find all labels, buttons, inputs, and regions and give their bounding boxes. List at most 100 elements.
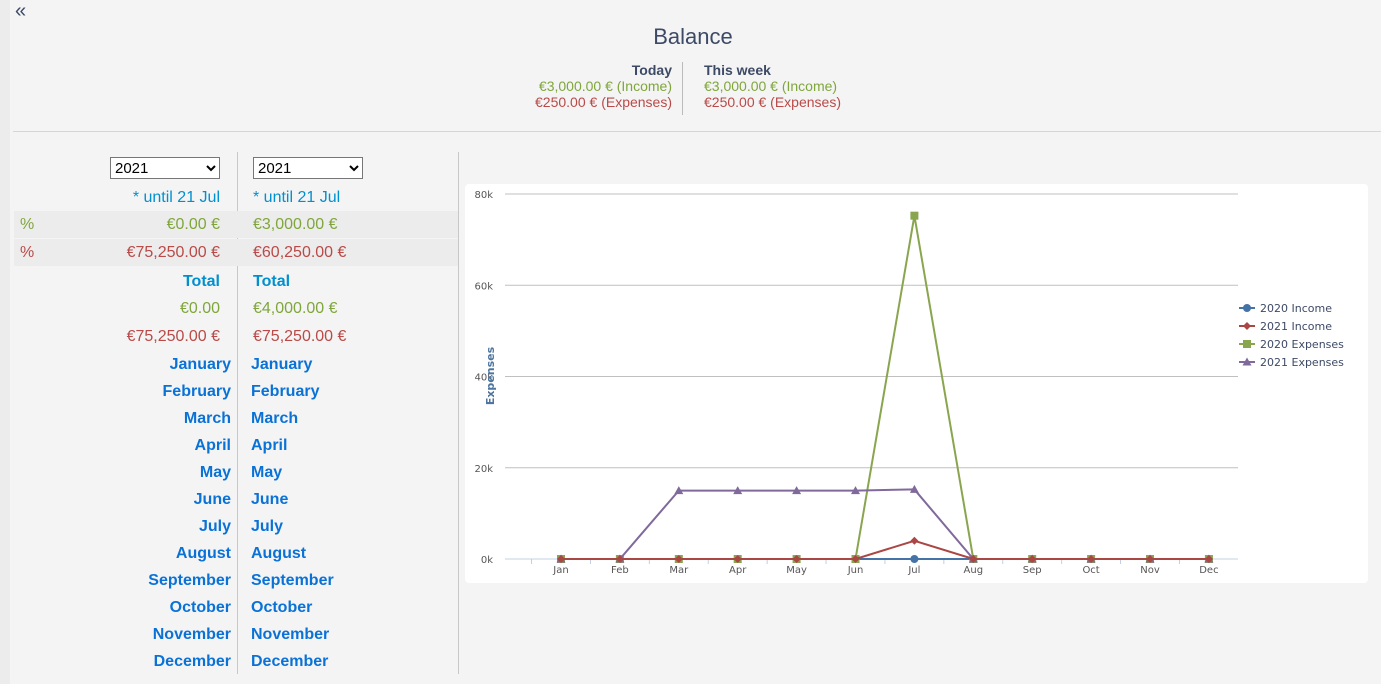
month-row: March March (14, 405, 458, 432)
expenses-row: % €75,250.00 € €60,250.00 € (14, 239, 458, 266)
month-row: April April (14, 432, 458, 459)
page-title: Balance (653, 24, 733, 49)
today-expenses: €250.00 € (Expenses) (535, 94, 672, 110)
month-row: December December (14, 648, 458, 675)
x-tick-label: Jan (552, 565, 568, 576)
month-row: August August (14, 540, 458, 567)
month-link-2[interactable]: April (251, 432, 287, 459)
legend-item: 2020 Expenses (1260, 338, 1344, 351)
divider (13, 131, 1381, 132)
month-link-2[interactable]: March (251, 405, 298, 432)
month-link-1[interactable]: January (170, 351, 231, 378)
month-row: February February (14, 378, 458, 405)
total-income-row: €0.00 €4,000.00 € (14, 295, 458, 322)
month-row: May May (14, 459, 458, 486)
expenses-pct: % (20, 244, 35, 261)
month-row: June June (14, 486, 458, 513)
month-link-1[interactable]: July (199, 513, 231, 540)
month-link-1[interactable]: November (153, 621, 231, 648)
month-row: July July (14, 513, 458, 540)
x-tick-label: May (786, 565, 807, 576)
series-line (561, 539, 1209, 560)
month-link-2[interactable]: August (251, 540, 306, 567)
expenses-1: €75,250.00 € (126, 244, 220, 261)
legend-marker (1243, 340, 1251, 348)
income-row: % €0.00 € €3,000.00 € (14, 211, 458, 238)
legend-marker (1243, 322, 1251, 330)
month-link-2[interactable]: July (251, 513, 283, 540)
month-link-2[interactable]: May (251, 459, 282, 486)
page-edge (0, 0, 10, 684)
series-line (561, 215, 1209, 560)
x-tick-label: Mar (669, 565, 689, 576)
panel-divider (458, 152, 459, 674)
x-tick-label: Dec (1199, 565, 1218, 576)
month-row: September September (14, 567, 458, 594)
x-tick-label: Jun (847, 565, 864, 576)
chart-card: 0k 20k 40k 60k 80k Expenses Jan Feb Mar Apr May Jun… (465, 184, 1368, 583)
data-point (910, 555, 919, 563)
today-label: Today (631, 62, 672, 78)
legend-item: 2021 Income (1260, 320, 1332, 333)
x-tick-label: Oct (1082, 565, 1099, 576)
month-link-2[interactable]: December (251, 648, 328, 675)
month-row: October October (14, 594, 458, 621)
x-tick-label: Jul (907, 565, 920, 576)
year-select-1[interactable]: 2021 (110, 157, 220, 179)
income-pct: % (20, 216, 35, 233)
until-row: * until 21 Jul * until 21 Jul (14, 184, 458, 211)
month-link-2[interactable]: September (251, 567, 334, 594)
total-1: Total (182, 273, 220, 290)
y-tick-label: 60k (474, 281, 493, 292)
double-chevron-left-icon[interactable]: « (15, 0, 26, 23)
x-tick-label: Feb (611, 565, 629, 576)
month-row: November November (14, 621, 458, 648)
income-2: €3,000.00 € (253, 216, 338, 233)
month-link-1[interactable]: August (176, 540, 231, 567)
x-tick-label: Nov (1140, 565, 1160, 576)
legend-item: 2021 Expenses (1260, 356, 1344, 369)
legend-marker (1243, 304, 1251, 312)
until-1: * until 21 Jul (132, 189, 220, 206)
x-tick-label: Sep (1023, 565, 1042, 576)
today-income: €3,000.00 € (Income) (538, 78, 672, 94)
month-row: January January (14, 351, 458, 378)
data-point (910, 536, 919, 545)
month-link-1[interactable]: March (184, 405, 231, 432)
total-expenses-1: €75,250.00 € (126, 328, 220, 345)
series-line (561, 488, 1209, 560)
month-link-1[interactable]: June (194, 486, 231, 513)
month-link-2[interactable]: October (251, 594, 312, 621)
month-link-1[interactable]: October (170, 594, 231, 621)
y-axis-label: Expenses (484, 346, 497, 405)
month-link-2[interactable]: November (251, 621, 329, 648)
data-point (910, 211, 919, 220)
y-tick-label: 20k (474, 464, 493, 475)
total-2: Total (253, 273, 291, 290)
y-tick-label: 0k (481, 555, 493, 566)
x-tick-label: Apr (729, 565, 747, 576)
y-tick-label: 80k (474, 190, 493, 201)
summary-today: Today €3,000.00 € (Income) €250.00 € (Ex… (535, 62, 683, 115)
legend-item: 2020 Income (1260, 302, 1332, 315)
month-link-1[interactable]: February (163, 378, 231, 405)
month-link-2[interactable]: February (251, 378, 319, 405)
total-expenses-2: €75,250.00 € (253, 328, 347, 345)
total-income-1: €0.00 (179, 300, 220, 317)
month-link-1[interactable]: December (154, 648, 231, 675)
month-link-2[interactable]: June (251, 486, 288, 513)
until-2: * until 21 Jul (253, 189, 341, 206)
month-link-1[interactable]: September (148, 567, 231, 594)
summary-week: This week €3,000.00 € (Income) €250.00 €… (704, 62, 841, 110)
month-link-2[interactable]: January (251, 351, 312, 378)
month-link-1[interactable]: April (195, 432, 231, 459)
week-label: This week (704, 62, 771, 78)
total-income-2: €4,000.00 € (253, 300, 338, 317)
week-income: €3,000.00 € (Income) (704, 78, 838, 94)
expenses-2: €60,250.00 € (253, 244, 347, 261)
year-select-2[interactable]: 2021 (253, 157, 363, 179)
month-link-1[interactable]: May (200, 459, 231, 486)
income-1: €0.00 € (166, 216, 220, 233)
balance-chart: 0k20k40k60k80kExpensesJan Feb Mar Apr May Jun… (474, 190, 1344, 576)
total-expenses-row: €75,250.00 € €75,250.00 € (14, 323, 458, 350)
